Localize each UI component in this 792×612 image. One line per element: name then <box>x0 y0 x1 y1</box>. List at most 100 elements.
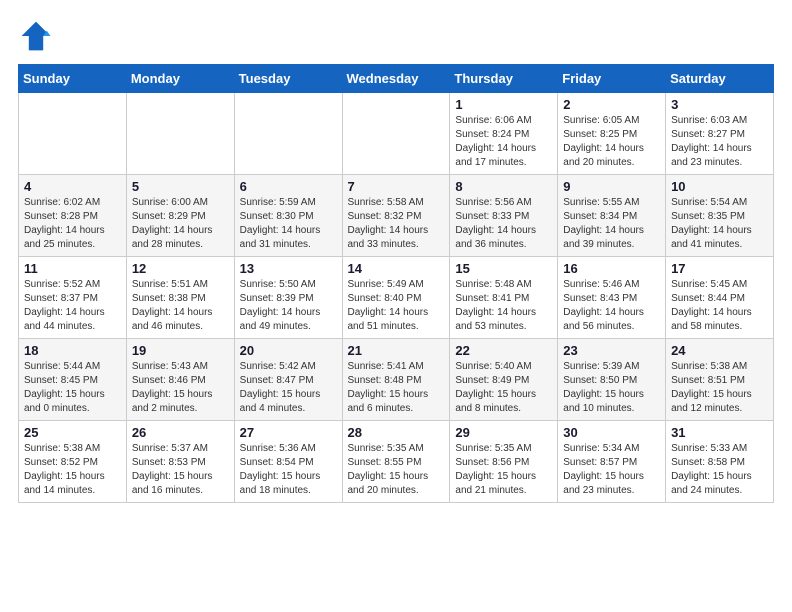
day-info: Sunrise: 5:38 AM Sunset: 8:51 PM Dayligh… <box>671 360 768 416</box>
day-info: Sunrise: 5:43 AM Sunset: 8:46 PM Dayligh… <box>132 360 229 416</box>
day-info: Sunrise: 5:40 AM Sunset: 8:49 PM Dayligh… <box>455 360 552 416</box>
day-info: Sunrise: 5:51 AM Sunset: 8:38 PM Dayligh… <box>132 278 229 334</box>
day-info: Sunrise: 5:42 AM Sunset: 8:47 PM Dayligh… <box>240 360 337 416</box>
calendar-cell: 23 Sunrise: 5:39 AM Sunset: 8:50 PM Dayli… <box>558 339 666 421</box>
calendar-table: SundayMondayTuesdayWednesdayThursdayFrid… <box>18 64 774 503</box>
day-info: Sunrise: 5:59 AM Sunset: 8:30 PM Dayligh… <box>240 196 337 252</box>
calendar-cell: 15 Sunrise: 5:48 AM Sunset: 8:41 PM Dayli… <box>450 257 558 339</box>
day-info: Sunrise: 5:48 AM Sunset: 8:41 PM Dayligh… <box>455 278 552 334</box>
day-number: 21 <box>348 343 445 358</box>
calendar-cell: 6 Sunrise: 5:59 AM Sunset: 8:30 PM Daylig… <box>234 175 342 257</box>
day-info: Sunrise: 5:45 AM Sunset: 8:44 PM Dayligh… <box>671 278 768 334</box>
day-info: Sunrise: 6:05 AM Sunset: 8:25 PM Dayligh… <box>563 114 660 170</box>
calendar-week-row: 11Sunrise: 5:52 AM Sunset: 8:37 PM Dayli… <box>19 257 774 339</box>
day-info: Sunrise: 6:06 AM Sunset: 8:24 PM Dayligh… <box>455 114 552 170</box>
calendar-cell: 28 Sunrise: 5:35 AM Sunset: 8:55 PM Dayli… <box>342 421 450 503</box>
day-info: Sunrise: 5:52 AM Sunset: 8:37 PM Dayligh… <box>24 278 121 334</box>
calendar-cell: 10 Sunrise: 5:54 AM Sunset: 8:35 PM Dayli… <box>666 175 774 257</box>
day-number: 16 <box>563 261 660 276</box>
day-info: Sunrise: 5:33 AM Sunset: 8:58 PM Dayligh… <box>671 442 768 498</box>
day-info: Sunrise: 5:36 AM Sunset: 8:54 PM Dayligh… <box>240 442 337 498</box>
calendar-week-row: 1 Sunrise: 6:06 AM Sunset: 8:24 PM Daylig… <box>19 93 774 175</box>
calendar-cell: 29 Sunrise: 5:35 AM Sunset: 8:56 PM Dayli… <box>450 421 558 503</box>
calendar-week-row: 25Sunrise: 5:38 AM Sunset: 8:52 PM Dayli… <box>19 421 774 503</box>
calendar-cell: 18 Sunrise: 5:44 AM Sunset: 8:45 PM Dayli… <box>19 339 127 421</box>
calendar-cell: 14Sunrise: 5:49 AM Sunset: 8:40 PM Dayli… <box>342 257 450 339</box>
day-info: Sunrise: 5:39 AM Sunset: 8:50 PM Dayligh… <box>563 360 660 416</box>
day-info: Sunrise: 5:44 AM Sunset: 8:45 PM Dayligh… <box>24 360 121 416</box>
day-info: Sunrise: 5:56 AM Sunset: 8:33 PM Dayligh… <box>455 196 552 252</box>
calendar-cell <box>19 93 127 175</box>
day-number: 24 <box>671 343 768 358</box>
day-info: Sunrise: 5:50 AM Sunset: 8:39 PM Dayligh… <box>240 278 337 334</box>
day-info: Sunrise: 5:37 AM Sunset: 8:53 PM Dayligh… <box>132 442 229 498</box>
calendar-cell <box>234 93 342 175</box>
calendar-cell: 12 Sunrise: 5:51 AM Sunset: 8:38 PM Dayli… <box>126 257 234 339</box>
day-number: 13 <box>240 261 337 276</box>
day-info: Sunrise: 5:46 AM Sunset: 8:43 PM Dayligh… <box>563 278 660 334</box>
day-number: 29 <box>455 425 552 440</box>
day-number: 26 <box>132 425 229 440</box>
calendar-cell: 21 Sunrise: 5:41 AM Sunset: 8:48 PM Dayli… <box>342 339 450 421</box>
day-info: Sunrise: 6:02 AM Sunset: 8:28 PM Dayligh… <box>24 196 121 252</box>
day-info: Sunrise: 5:34 AM Sunset: 8:57 PM Dayligh… <box>563 442 660 498</box>
day-info: Sunrise: 6:00 AM Sunset: 8:29 PM Dayligh… <box>132 196 229 252</box>
calendar-cell: 17 Sunrise: 5:45 AM Sunset: 8:44 PM Dayli… <box>666 257 774 339</box>
day-number: 30 <box>563 425 660 440</box>
weekday-header: Monday <box>126 65 234 93</box>
day-number: 31 <box>671 425 768 440</box>
day-info: Sunrise: 5:41 AM Sunset: 8:48 PM Dayligh… <box>348 360 445 416</box>
day-number: 9 <box>563 179 660 194</box>
day-number: 18 <box>24 343 121 358</box>
day-number: 2 <box>563 97 660 112</box>
day-number: 1 <box>455 97 552 112</box>
calendar-cell: 19 Sunrise: 5:43 AM Sunset: 8:46 PM Dayli… <box>126 339 234 421</box>
calendar-week-row: 18 Sunrise: 5:44 AM Sunset: 8:45 PM Dayli… <box>19 339 774 421</box>
header <box>18 18 774 54</box>
day-info: Sunrise: 5:35 AM Sunset: 8:55 PM Dayligh… <box>348 442 445 498</box>
day-number: 7 <box>348 179 445 194</box>
logo <box>18 18 60 54</box>
day-number: 23 <box>563 343 660 358</box>
calendar-cell: 2 Sunrise: 6:05 AM Sunset: 8:25 PM Daylig… <box>558 93 666 175</box>
day-number: 15 <box>455 261 552 276</box>
day-info: Sunrise: 5:35 AM Sunset: 8:56 PM Dayligh… <box>455 442 552 498</box>
calendar-cell: 8 Sunrise: 5:56 AM Sunset: 8:33 PM Daylig… <box>450 175 558 257</box>
day-number: 12 <box>132 261 229 276</box>
day-number: 8 <box>455 179 552 194</box>
calendar-header-row: SundayMondayTuesdayWednesdayThursdayFrid… <box>19 65 774 93</box>
day-number: 19 <box>132 343 229 358</box>
calendar-cell: 20 Sunrise: 5:42 AM Sunset: 8:47 PM Dayli… <box>234 339 342 421</box>
calendar-cell: 4Sunrise: 6:02 AM Sunset: 8:28 PM Daylig… <box>19 175 127 257</box>
calendar-cell: 9 Sunrise: 5:55 AM Sunset: 8:34 PM Daylig… <box>558 175 666 257</box>
calendar-cell: 31 Sunrise: 5:33 AM Sunset: 8:58 PM Dayli… <box>666 421 774 503</box>
calendar-cell: 11Sunrise: 5:52 AM Sunset: 8:37 PM Dayli… <box>19 257 127 339</box>
calendar-cell: 1 Sunrise: 6:06 AM Sunset: 8:24 PM Daylig… <box>450 93 558 175</box>
day-info: Sunrise: 5:54 AM Sunset: 8:35 PM Dayligh… <box>671 196 768 252</box>
calendar-cell: 30 Sunrise: 5:34 AM Sunset: 8:57 PM Dayli… <box>558 421 666 503</box>
calendar-cell: 13 Sunrise: 5:50 AM Sunset: 8:39 PM Dayli… <box>234 257 342 339</box>
calendar-cell: 5 Sunrise: 6:00 AM Sunset: 8:29 PM Daylig… <box>126 175 234 257</box>
calendar-cell: 7Sunrise: 5:58 AM Sunset: 8:32 PM Daylig… <box>342 175 450 257</box>
calendar-cell: 3Sunrise: 6:03 AM Sunset: 8:27 PM Daylig… <box>666 93 774 175</box>
day-number: 28 <box>348 425 445 440</box>
page: SundayMondayTuesdayWednesdayThursdayFrid… <box>0 0 792 515</box>
day-number: 5 <box>132 179 229 194</box>
logo-icon <box>18 18 54 54</box>
calendar-cell: 27 Sunrise: 5:36 AM Sunset: 8:54 PM Dayli… <box>234 421 342 503</box>
weekday-header: Sunday <box>19 65 127 93</box>
day-info: Sunrise: 5:55 AM Sunset: 8:34 PM Dayligh… <box>563 196 660 252</box>
day-number: 10 <box>671 179 768 194</box>
calendar-cell: 22 Sunrise: 5:40 AM Sunset: 8:49 PM Dayli… <box>450 339 558 421</box>
weekday-header: Friday <box>558 65 666 93</box>
day-number: 22 <box>455 343 552 358</box>
day-number: 17 <box>671 261 768 276</box>
day-info: Sunrise: 6:03 AM Sunset: 8:27 PM Dayligh… <box>671 114 768 170</box>
day-number: 6 <box>240 179 337 194</box>
calendar-cell <box>342 93 450 175</box>
calendar-cell: 24 Sunrise: 5:38 AM Sunset: 8:51 PM Dayli… <box>666 339 774 421</box>
day-info: Sunrise: 5:38 AM Sunset: 8:52 PM Dayligh… <box>24 442 121 498</box>
day-number: 20 <box>240 343 337 358</box>
day-number: 27 <box>240 425 337 440</box>
day-number: 14 <box>348 261 445 276</box>
